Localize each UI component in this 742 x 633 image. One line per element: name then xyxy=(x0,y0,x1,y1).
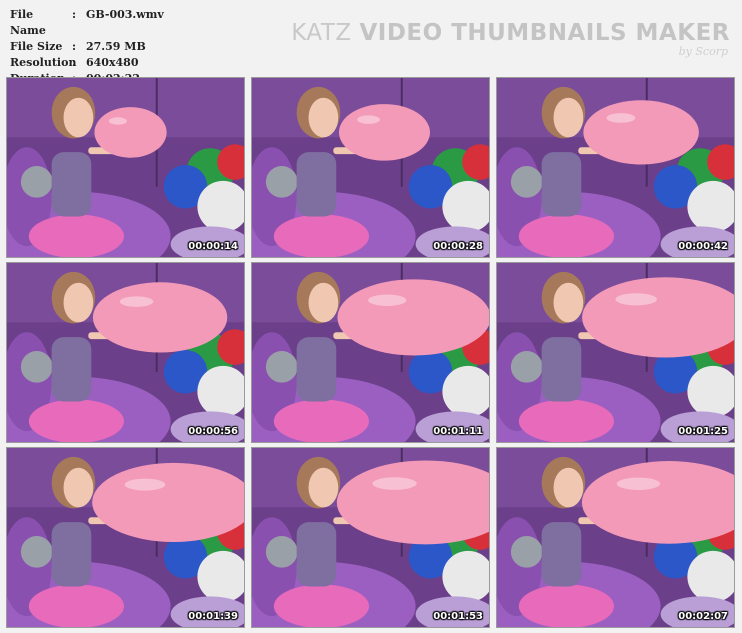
thumbnail-timestamp: 00:01:39 xyxy=(188,611,238,622)
thumbnail-image xyxy=(252,448,489,627)
brand-light: KATZ xyxy=(291,20,352,46)
thumbnail-image xyxy=(497,78,734,257)
video-thumbnail: 00:01:53 xyxy=(251,447,490,628)
video-thumbnail: 00:00:56 xyxy=(6,262,245,443)
video-thumbnail: 00:02:07 xyxy=(496,447,735,628)
thumbnail-image xyxy=(7,78,244,257)
thumbnail-timestamp: 00:01:25 xyxy=(678,426,728,437)
separator: : xyxy=(72,56,77,69)
video-thumbnail: 00:01:25 xyxy=(496,262,735,443)
thumbnail-image xyxy=(7,448,244,627)
file-name-row: File Name : GB-003.wmv xyxy=(10,7,164,39)
thumbnail-image xyxy=(252,263,489,442)
brand-title: KATZ VIDEO THUMBNAILS MAKER xyxy=(291,20,730,46)
thumbnail-timestamp: 00:00:14 xyxy=(188,241,238,252)
file-name-label: File Name xyxy=(10,8,46,37)
file-name-value: GB-003.wmv xyxy=(86,8,164,21)
thumbnail-timestamp: 00:00:42 xyxy=(678,241,728,252)
file-size-value: 27.59 MB xyxy=(86,40,146,53)
separator: : xyxy=(72,8,77,21)
thumbnail-timestamp: 00:00:28 xyxy=(433,241,483,252)
file-info: File Name : GB-003.wmv File Size : 27.59… xyxy=(10,7,164,87)
video-thumbnail: 00:01:39 xyxy=(6,447,245,628)
thumbnail-timestamp: 00:02:07 xyxy=(678,611,728,622)
resolution-row: Resolution : 640x480 xyxy=(10,55,164,71)
separator: : xyxy=(72,40,77,53)
brand-bold: VIDEO THUMBNAILS MAKER xyxy=(359,20,730,46)
resolution-value: 640x480 xyxy=(86,56,139,69)
thumbnail-image xyxy=(7,263,244,442)
thumbnail-image xyxy=(497,263,734,442)
video-thumbnail: 00:00:28 xyxy=(251,77,490,258)
video-thumbnail: 00:01:11 xyxy=(251,262,490,443)
file-size-label: File Size xyxy=(10,40,63,53)
thumbnail-grid: 00:00:14 00:00:28 00:00:42 00:00:56 00:01:11… xyxy=(6,77,735,628)
thumbnail-timestamp: 00:00:56 xyxy=(188,426,238,437)
thumbnail-timestamp: 00:01:53 xyxy=(433,611,483,622)
thumbnail-image xyxy=(497,448,734,627)
thumbnail-image xyxy=(252,78,489,257)
thumbnail-timestamp: 00:01:11 xyxy=(433,426,483,437)
video-thumbnail: 00:00:14 xyxy=(6,77,245,258)
brand-byline: by Scorp xyxy=(678,45,728,58)
video-thumbnail: 00:00:42 xyxy=(496,77,735,258)
resolution-label: Resolution xyxy=(10,56,77,69)
file-size-row: File Size : 27.59 MB xyxy=(10,39,164,55)
